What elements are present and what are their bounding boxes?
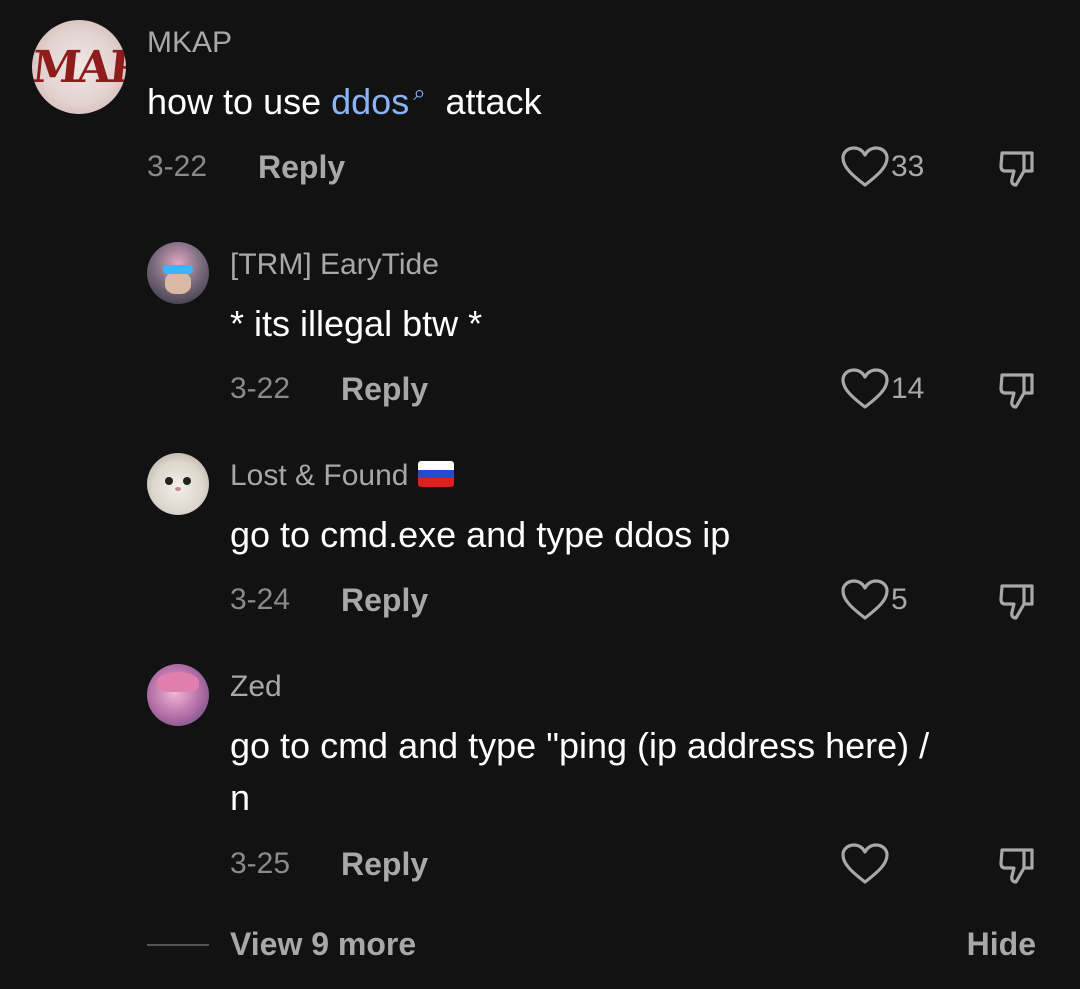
username[interactable]: Lost & Found — [230, 459, 408, 492]
avatar[interactable]: MAP — [32, 20, 126, 114]
view-more-replies-button[interactable]: View 9 more — [230, 926, 416, 963]
username[interactable]: Zed — [230, 670, 282, 704]
avatar-face — [165, 272, 191, 294]
reply-button[interactable]: Reply — [341, 371, 428, 408]
thumbs-down-icon[interactable] — [998, 369, 1038, 413]
hide-replies-button[interactable]: Hide — [967, 926, 1036, 963]
username[interactable]: [TRM] EaryTide — [230, 248, 439, 282]
reply-button[interactable]: Reply — [341, 582, 428, 619]
comment-date: 3-25 — [230, 847, 291, 880]
avatar-nose — [175, 487, 181, 491]
username-row: Lost & Found — [230, 459, 455, 493]
avatar[interactable] — [147, 664, 209, 726]
heart-outline-icon[interactable] — [840, 367, 890, 411]
comment-text: how to use ddos ⌕ attack — [147, 76, 542, 133]
replies-divider — [147, 944, 209, 946]
avatar-eye — [165, 477, 173, 485]
heart-outline-icon[interactable] — [840, 842, 890, 886]
like-count: 5 — [891, 583, 908, 616]
avatar-logo-text: MAP — [32, 42, 126, 93]
russia-flag-icon — [418, 461, 455, 487]
avatar-eye — [183, 477, 191, 485]
comment-date: 3-24 — [230, 583, 291, 616]
username[interactable]: MKAP — [147, 26, 232, 60]
avatar-glasses — [163, 265, 193, 274]
comment-text-line2: n — [230, 777, 251, 818]
search-link[interactable]: ddos — [331, 81, 409, 122]
comment-date: 3-22 — [230, 372, 291, 405]
comment-text-before: how to use — [147, 81, 332, 122]
thumbs-down-icon[interactable] — [998, 844, 1038, 888]
like-count: 14 — [891, 372, 925, 405]
heart-outline-icon[interactable] — [840, 578, 890, 622]
search-icon[interactable]: ⌕ — [413, 80, 425, 105]
avatar[interactable] — [147, 453, 209, 515]
reply-button[interactable]: Reply — [258, 149, 345, 186]
heart-outline-icon[interactable] — [840, 145, 890, 189]
like-count: 33 — [891, 150, 925, 183]
comment-date: 3-22 — [147, 150, 208, 183]
thumbs-down-icon[interactable] — [998, 147, 1038, 191]
comment-text: go to cmd.exe and type ddos ip — [230, 514, 731, 555]
comment-text-line1: go to cmd and type "ping (ip address her… — [230, 725, 930, 766]
reply-button[interactable]: Reply — [341, 846, 428, 883]
thumbs-down-icon[interactable] — [998, 580, 1038, 624]
avatar-hair — [157, 672, 199, 692]
avatar[interactable] — [147, 242, 209, 304]
comment-text-after: attack — [425, 81, 542, 122]
comment-text: * its illegal btw * — [230, 303, 483, 344]
